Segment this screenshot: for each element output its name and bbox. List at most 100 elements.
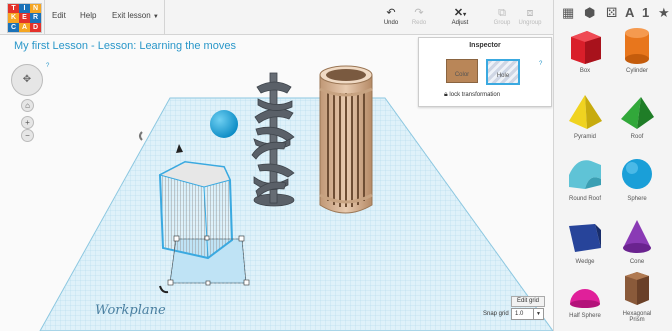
divider <box>164 0 165 34</box>
resize-handle[interactable] <box>204 235 210 241</box>
ungroup-button[interactable]: ⧈ Ungroup <box>517 6 543 26</box>
resize-handle[interactable] <box>243 279 250 286</box>
menu-help[interactable]: Help <box>80 11 96 20</box>
redo-icon: ↷ <box>414 7 424 19</box>
shape-pyramid[interactable]: Pyramid <box>565 93 605 146</box>
round-roof-icon <box>569 160 601 189</box>
logo-letter: C <box>8 22 19 32</box>
shape-label: Wedge <box>575 259 595 265</box>
shape-label: Cone <box>629 259 645 265</box>
rotate-handle-top[interactable] <box>139 131 143 141</box>
orbit-control[interactable]: ✥ <box>11 64 43 96</box>
cylinder-icon <box>625 28 649 64</box>
cone-icon <box>623 220 651 253</box>
ungroup-icon: ⧈ <box>526 7 534 19</box>
shape-label: Half Sphere <box>569 313 601 319</box>
group-button[interactable]: ⧉ Group <box>489 6 515 26</box>
exit-lesson-label: Exit lesson <box>112 11 151 20</box>
inspector-title: Inspector <box>469 42 501 49</box>
logo-letter: R <box>30 13 41 23</box>
divider <box>44 0 45 34</box>
shape-label: Pyramid <box>573 134 596 140</box>
zoom-in-button[interactable]: + <box>21 116 34 129</box>
pyramid-icon <box>569 95 602 129</box>
resize-handle[interactable] <box>238 235 245 242</box>
inspector-help-icon[interactable]: ? <box>539 61 542 67</box>
box-icon <box>571 31 601 64</box>
shape-label: Box <box>579 68 591 74</box>
number-shapes-icon[interactable]: 1 <box>642 5 649 20</box>
adjust-button[interactable]: ✕▾ Adjust <box>447 6 473 26</box>
snap-grid-label: Snap grid <box>483 311 509 317</box>
shape-round-roof[interactable]: Round Roof <box>565 155 605 208</box>
home-icon: ⌂ <box>25 101 30 110</box>
adjust-icon: ✕▾ <box>453 7 467 19</box>
hexagonal-prism-icon <box>625 272 649 305</box>
logo-letter: K <box>8 13 19 23</box>
logo-letter: D <box>30 22 41 32</box>
shape-cylinder[interactable]: Cylinder <box>617 27 657 80</box>
undo-label: Undo <box>383 20 399 26</box>
hole-swatch[interactable]: Hole <box>486 59 520 85</box>
shape-wedge[interactable]: Wedge <box>565 218 605 271</box>
sphere-icon <box>622 159 652 189</box>
shape-label: Cylinder <box>625 68 648 74</box>
cube-icon[interactable]: ⬢ <box>584 5 595 21</box>
shape-label: Sphere <box>627 196 647 202</box>
group-icon: ⧉ <box>498 7 506 19</box>
resize-handle[interactable] <box>205 280 211 286</box>
cage-tower-object[interactable] <box>319 65 373 214</box>
dice-icon[interactable]: ⚄ <box>606 5 617 21</box>
menu-edit[interactable]: Edit <box>52 11 66 20</box>
logo-letter: E <box>19 13 30 23</box>
shape-box[interactable]: Box <box>565 27 605 80</box>
text-shapes-icon[interactable]: A <box>625 5 634 20</box>
shape-label: Hexagonal Prism <box>622 311 652 323</box>
grid-view-icon[interactable]: ▦ <box>562 5 574 21</box>
snap-grid-select[interactable]: 1.0 ▼ <box>511 308 544 320</box>
edit-grid-button[interactable]: Edit grid <box>511 296 545 307</box>
resize-handle[interactable] <box>167 279 174 286</box>
snap-grid-value: 1.0 <box>515 311 524 317</box>
shape-label: Round Roof <box>568 196 602 202</box>
undo-icon: ↶ <box>386 7 396 19</box>
roof-icon <box>621 97 654 129</box>
ungroup-label: Ungroup <box>518 20 542 26</box>
redo-label: Redo <box>411 20 427 26</box>
resize-handle[interactable] <box>173 235 180 242</box>
logo-letter: T <box>8 4 19 14</box>
tinkercad-logo[interactable]: T I N K E R C A D <box>7 3 42 33</box>
shape-half-sphere[interactable]: Half Sphere <box>565 278 605 331</box>
wedge-icon <box>569 224 601 252</box>
adjust-label: Adjust <box>451 20 469 26</box>
minus-icon: − <box>25 131 30 140</box>
star-icon[interactable]: ★ <box>658 5 670 21</box>
home-view-button[interactable]: ⌂ <box>21 99 34 112</box>
shape-label: Roof <box>630 134 644 140</box>
shape-cone[interactable]: Cone <box>617 218 657 271</box>
orbit-icon: ✥ <box>22 74 32 85</box>
shape-roof[interactable]: Roof <box>617 93 657 146</box>
shapes-sidebar: ▦ ⬢ ⚄ A 1 ★ Box Cylinder Pyramid Roof Ro… <box>553 0 672 331</box>
shape-hexagonal-prism[interactable]: Hexagonal Prism <box>617 270 657 323</box>
inspector-panel: Inspector Color Hole ? 🔒︎ lock transform… <box>418 37 552 107</box>
color-swatch[interactable]: Color <box>446 59 478 83</box>
lesson-title: My first Lesson - Lesson: Learning the m… <box>14 40 236 52</box>
logo-letter: A <box>19 22 30 32</box>
sphere-object[interactable] <box>210 110 238 138</box>
menu-exit-lesson[interactable]: Exit lesson ▼ <box>112 11 159 20</box>
caret-down-icon: ▼ <box>152 14 159 20</box>
hole-label: Hole <box>496 73 510 79</box>
chevron-down-icon: ▼ <box>533 309 543 319</box>
workplane-label: Workplane <box>95 303 166 318</box>
logo-letter: N <box>30 4 41 14</box>
shape-sphere[interactable]: Sphere <box>617 155 657 208</box>
view-help-icon[interactable]: ? <box>46 63 49 69</box>
half-sphere-icon <box>570 289 600 308</box>
plus-icon: + <box>25 118 30 127</box>
lock-label: lock transformation <box>449 92 501 98</box>
lock-transformation-toggle[interactable]: 🔒︎ lock transformation <box>444 91 500 99</box>
redo-button[interactable]: ↷ Redo <box>406 6 432 26</box>
undo-button[interactable]: ↶ Undo <box>378 6 404 26</box>
zoom-out-button[interactable]: − <box>21 129 34 142</box>
